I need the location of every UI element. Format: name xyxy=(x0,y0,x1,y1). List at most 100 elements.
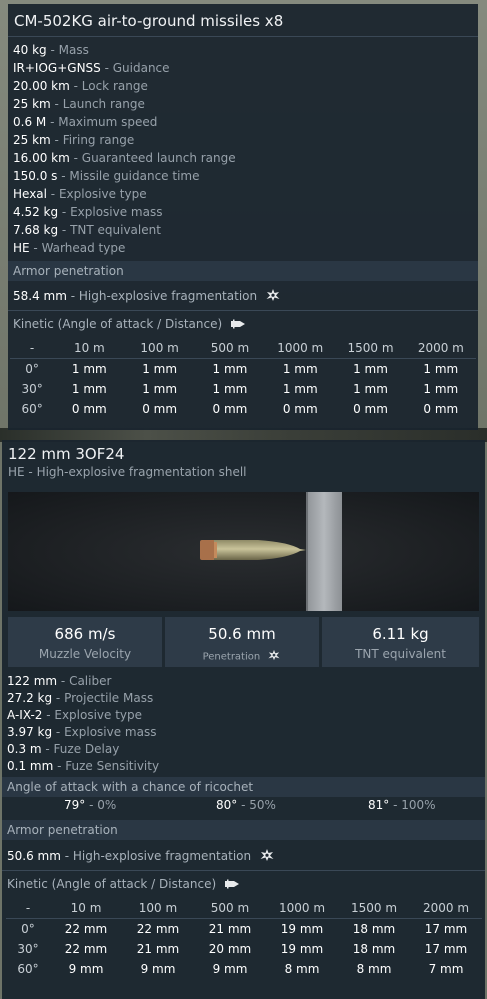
stat-fuze-sensitivity: 0.1 mm - Fuze Sensitivity xyxy=(7,759,160,773)
table-row: 0° 22 mm 22 mm 21 mm 19 mm 18 mm 17 mm xyxy=(6,919,482,940)
explosion-icon xyxy=(265,288,281,305)
table-cell: 21 mm xyxy=(208,922,252,936)
stat-warhead-type: HE - Warhead type xyxy=(13,241,126,255)
stat-tnt-equivalent: 7.68 kg - TNT equivalent xyxy=(13,223,161,237)
table-cell: 1 mm xyxy=(353,382,388,396)
kinetic-header: Kinetic (Angle of attack / Distance) xyxy=(13,317,246,332)
shell-icon xyxy=(224,878,240,892)
ricochet-item: 79° - 0% xyxy=(64,798,117,812)
table-cell: 0 mm xyxy=(423,402,459,416)
table-cell: 19 mm xyxy=(280,922,324,936)
table-cell: 1 mm xyxy=(282,362,318,376)
armor-penetration-header: Armor penetration xyxy=(8,261,478,281)
table-cell: 18 mm xyxy=(352,922,396,936)
table-cell: 1 mm xyxy=(353,362,388,376)
table-header-cell: 2000 m xyxy=(410,898,482,919)
he-penetration-row: 58.4 mm - High-explosive fragmentation xyxy=(13,288,281,305)
kinetic-penetration-table: - 10 m 100 m 500 m 1000 m 1500 m 2000 m … xyxy=(10,338,476,419)
ricochet-item: 81° - 100% xyxy=(368,798,436,812)
table-cell: 18 mm xyxy=(352,942,396,956)
stat-guidance: IR+IOG+GNSS - Guidance xyxy=(13,61,170,75)
table-cell: 1 mm xyxy=(212,382,248,396)
shell-icon xyxy=(230,318,246,332)
table-row: 60° 0 mm 0 mm 0 mm 0 mm 0 mm 0 mm xyxy=(10,399,476,419)
table-cell: 22 mm xyxy=(64,922,108,936)
table-cell: 0° xyxy=(21,922,35,936)
table-cell: 17 mm xyxy=(424,922,468,936)
table-header-cell: 100 m xyxy=(122,898,194,919)
he-penetration-row: 50.6 mm - High-explosive fragmentation xyxy=(7,848,275,865)
table-cell: 17 mm xyxy=(424,942,468,956)
table-cell: 8 mm xyxy=(284,962,320,976)
penetration-card: 50.6 mm Penetration xyxy=(165,617,319,667)
stat-lock-range: 20.00 km - Lock range xyxy=(13,79,148,93)
table-header-cell: 1500 m xyxy=(335,338,406,359)
table-cell: 1 mm xyxy=(212,362,248,376)
card-label: Penetration xyxy=(165,649,319,664)
muzzle-velocity-card: 686 m/s Muzzle Velocity xyxy=(8,617,162,667)
card-value: 50.6 mm xyxy=(208,625,276,643)
shell-info-panel: 122 mm 3OF24 HE - High-explosive fragmen… xyxy=(2,440,485,999)
shell-subtitle: HE - High-explosive fragmentation shell xyxy=(8,465,247,479)
table-cell: 0 mm xyxy=(212,402,248,416)
table-cell: 9 mm xyxy=(212,962,248,976)
table-cell: 22 mm xyxy=(64,942,108,956)
table-header-cell: - xyxy=(10,338,55,359)
ricochet-item: 80° - 50% xyxy=(216,798,276,812)
table-header-cell: 100 m xyxy=(124,338,195,359)
armor-penetration-header: Armor penetration xyxy=(2,820,485,840)
stat-guidance-time: 150.0 s - Missile guidance time xyxy=(13,169,200,183)
stat-explosive-mass: 3.97 kg - Explosive mass xyxy=(7,725,157,739)
table-cell: 1 mm xyxy=(423,382,459,396)
tnt-equivalent-card: 6.11 kg TNT equivalent xyxy=(322,617,479,667)
table-cell: 0 mm xyxy=(71,402,107,416)
table-header-cell: 10 m xyxy=(54,338,125,359)
table-cell: 1 mm xyxy=(282,382,318,396)
table-cell: 0° xyxy=(25,362,39,376)
table-cell: 0 mm xyxy=(142,402,178,416)
card-value: 686 m/s xyxy=(54,625,116,643)
table-cell: 7 mm xyxy=(428,962,464,976)
stat-max-speed: 0.6 M - Maximum speed xyxy=(13,115,158,129)
kinetic-penetration-table: - 10 m 100 m 500 m 1000 m 1500 m 2000 m … xyxy=(6,898,482,979)
card-label: Muzzle Velocity xyxy=(38,647,132,661)
table-cell: 1 mm xyxy=(142,382,178,396)
table-cell: 1 mm xyxy=(142,362,178,376)
table-cell: 30° xyxy=(21,382,43,396)
stat-caliber: 122 mm - Caliber xyxy=(7,674,112,688)
table-header-cell: 500 m xyxy=(194,898,266,919)
divider xyxy=(2,870,485,871)
table-cell: 1 mm xyxy=(71,362,107,376)
stat-projectile-mass: 27.2 kg - Projectile Mass xyxy=(7,691,154,705)
divider xyxy=(8,36,478,37)
table-header-cell: 1000 m xyxy=(266,898,338,919)
table-header-cell: 1500 m xyxy=(338,898,410,919)
stat-fuze-delay: 0.3 m - Fuze Delay xyxy=(7,742,120,756)
table-header-cell: - xyxy=(6,898,50,919)
stat-mass: 40 kg - Mass xyxy=(13,43,89,57)
table-cell: 21 mm xyxy=(136,942,180,956)
explosion-icon xyxy=(259,848,275,865)
table-cell: 60° xyxy=(17,962,39,976)
kinetic-header: Kinetic (Angle of attack / Distance) xyxy=(7,877,240,892)
table-cell: 1 mm xyxy=(71,382,107,396)
ricochet-header: Angle of attack with a chance of ricoche… xyxy=(2,777,485,797)
card-value: 6.11 kg xyxy=(372,625,429,643)
table-cell: 22 mm xyxy=(136,922,180,936)
stat-firing-range: 25 km - Firing range xyxy=(13,133,135,147)
table-cell: 0 mm xyxy=(353,402,388,416)
shell-title: 122 mm 3OF24 xyxy=(8,445,125,463)
missile-info-panel: CM-502KG air-to-ground missiles x8 40 kg… xyxy=(8,4,478,430)
stat-explosive-mass: 4.52 kg - Explosive mass xyxy=(13,205,163,219)
table-cell: 9 mm xyxy=(140,962,176,976)
table-cell: 30° xyxy=(17,942,39,956)
divider xyxy=(8,310,478,311)
stat-launch-range: 25 km - Launch range xyxy=(13,97,145,111)
table-cell: 60° xyxy=(21,402,43,416)
stat-explosive-type: A-IX-2 - Explosive type xyxy=(7,708,143,722)
table-row: 30° 1 mm 1 mm 1 mm 1 mm 1 mm 1 mm xyxy=(10,379,476,399)
table-row: 30° 22 mm 21 mm 20 mm 19 mm 18 mm 17 mm xyxy=(6,939,482,959)
card-label: TNT equivalent xyxy=(355,647,446,661)
table-cell: 1 mm xyxy=(423,362,459,376)
table-header-cell: 500 m xyxy=(194,338,266,359)
